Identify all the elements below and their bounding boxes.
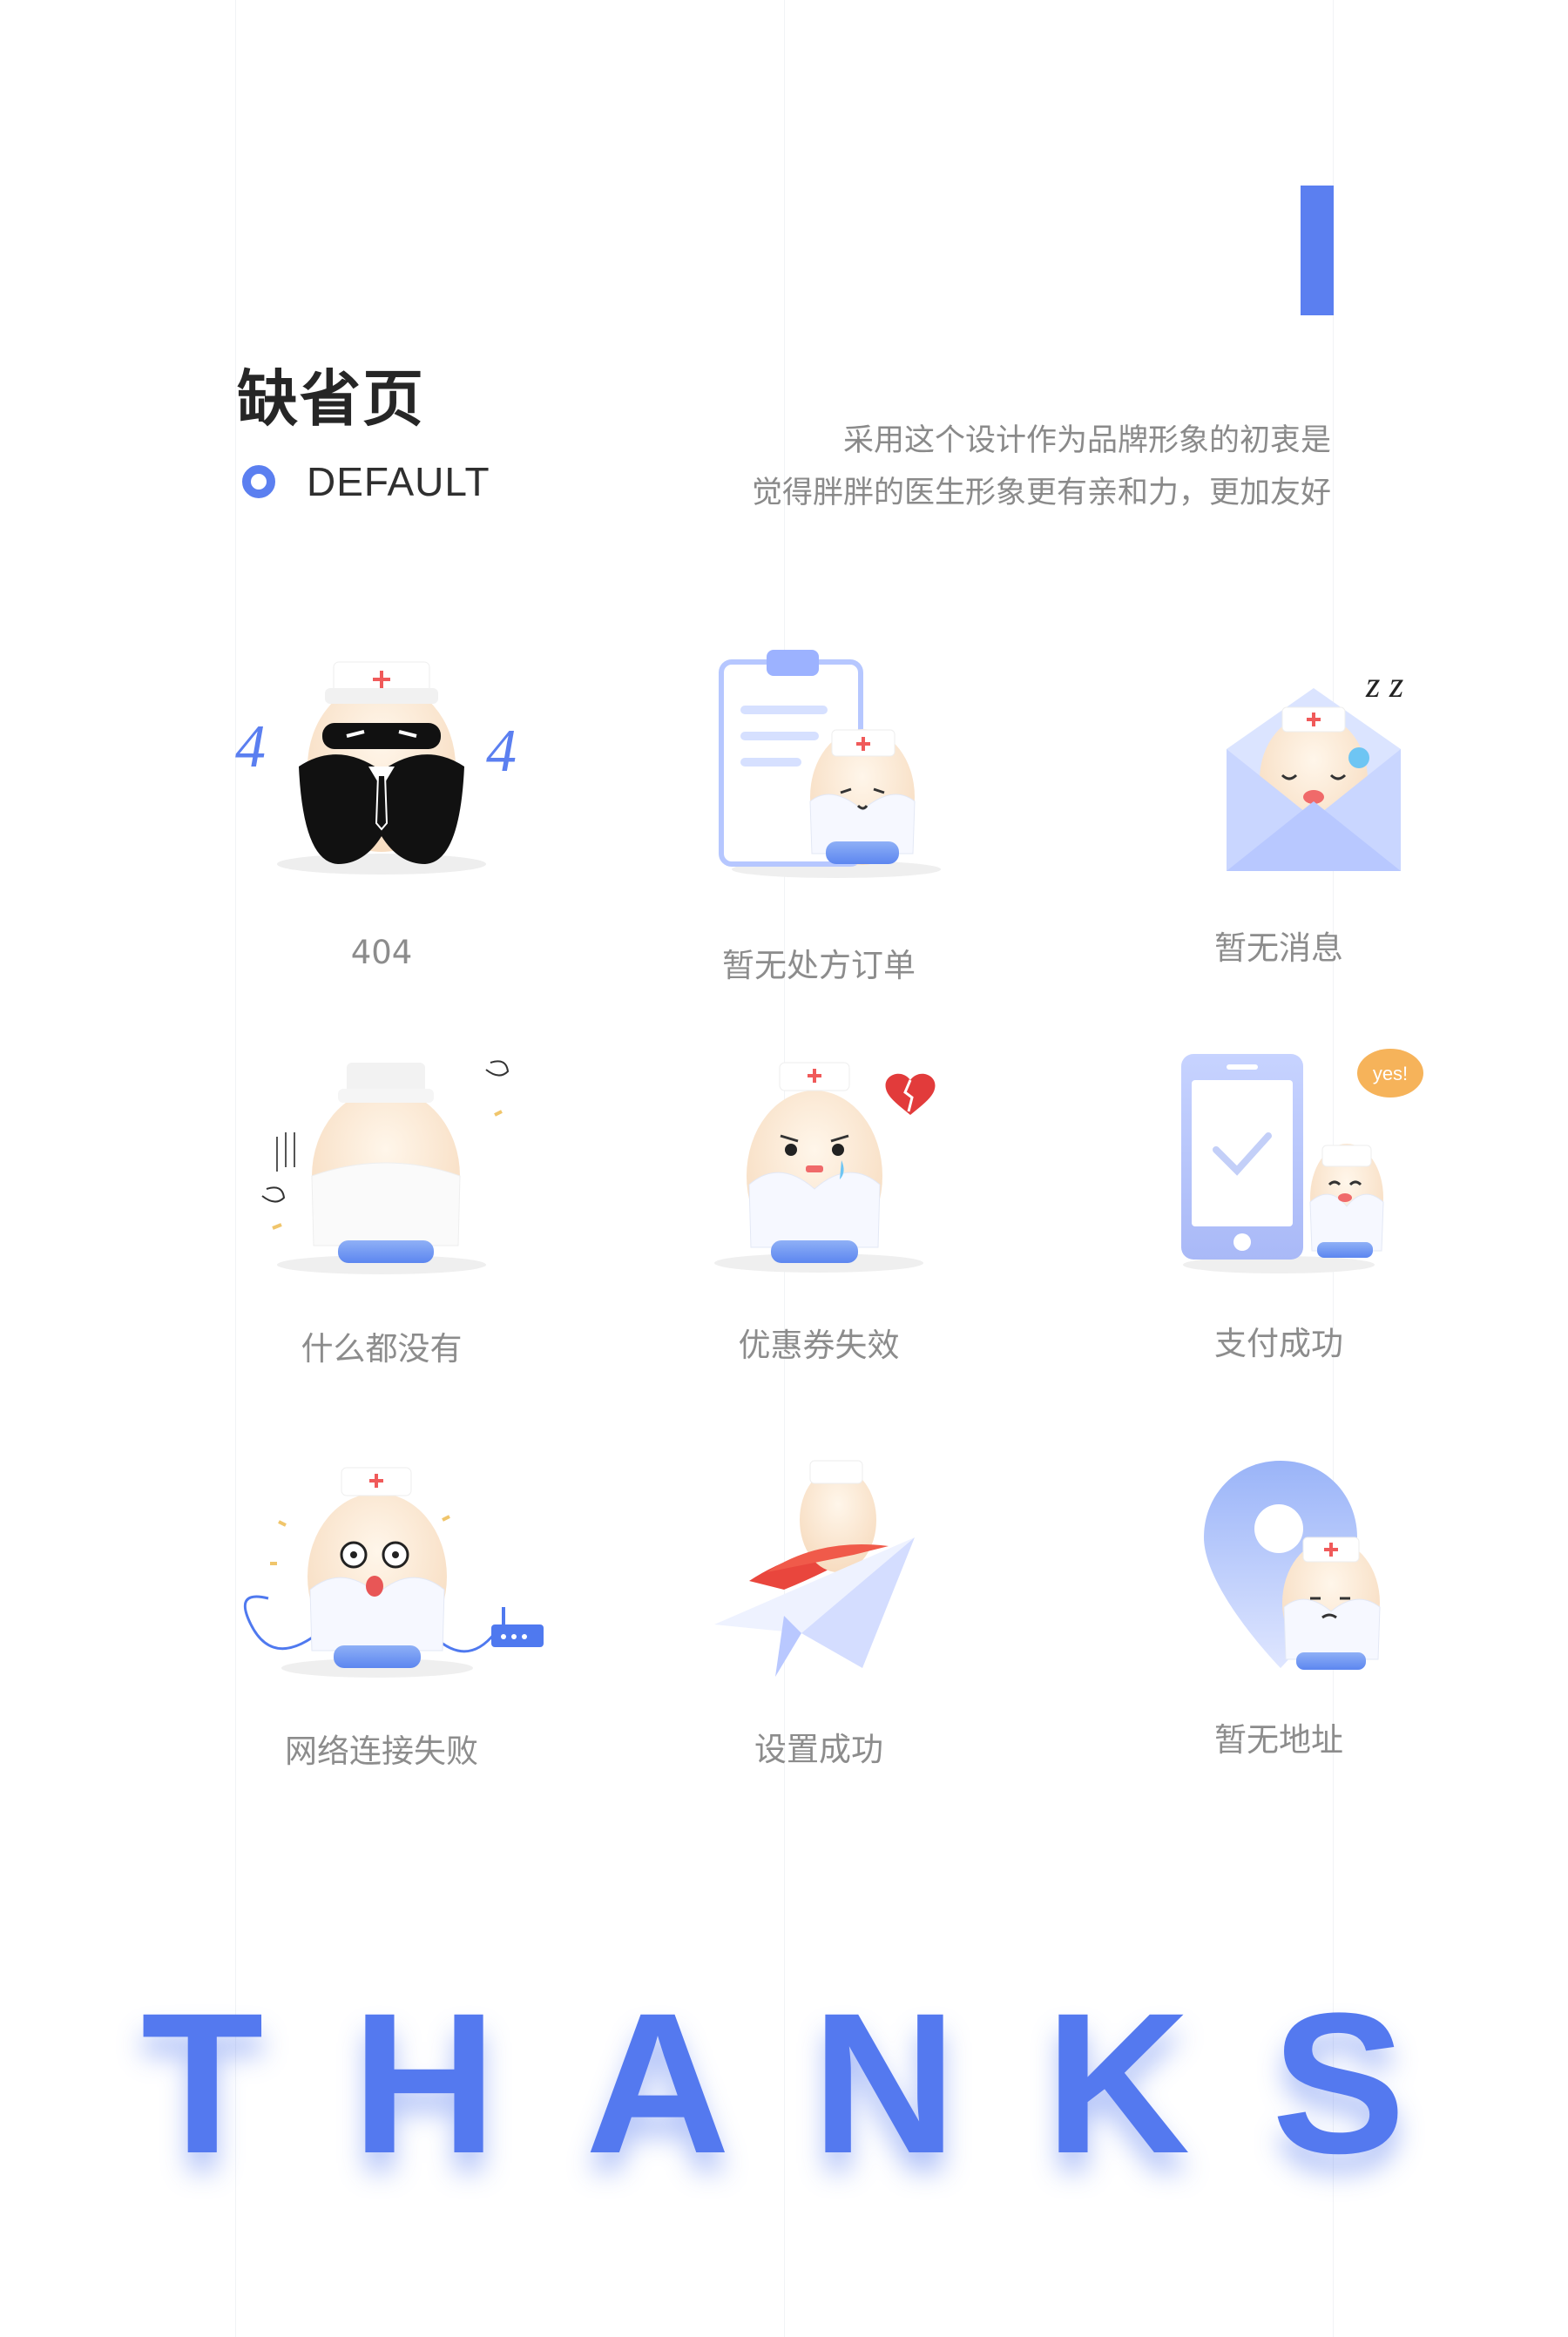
digit-four-left: 4 <box>235 713 266 780</box>
digit-four-right: 4 <box>486 718 517 785</box>
state-tile-404: 4 4 404 <box>199 636 564 1010</box>
accent-bar <box>1301 186 1334 315</box>
state-tile-coupon-invalid: 优惠券失效 <box>636 1045 1002 1420</box>
thanks-letter: T <box>141 1971 264 2195</box>
state-caption: 支付成功 <box>1214 1325 1343 1362</box>
state-tile-network-failed: 网络连接失败 <box>199 1450 564 1825</box>
sleep-z-icon: z z <box>1365 665 1403 706</box>
state-tile-no-message: z z 暂无消息 <box>1096 636 1462 1010</box>
paper-plane-doctor-illustration <box>714 1460 915 1677</box>
state-tile-setup-success: 设置成功 <box>636 1450 1002 1825</box>
router-icon <box>491 1624 544 1647</box>
back-turned-doctor-illustration <box>261 1060 510 1274</box>
state-tile-nothing: 什么都没有 <box>199 1045 564 1420</box>
state-tile-no-prescription: 暂无处方订单 <box>636 636 1002 1010</box>
phone-check-doctor-illustration: yes! <box>1181 1049 1423 1273</box>
shocked-doctor-router-illustration <box>243 1467 544 1678</box>
intro-line-1: 采用这个设计作为品牌形象的初衷是 <box>842 423 1331 458</box>
crying-doctor-illustration <box>714 1062 936 1273</box>
state-caption: 设置成功 <box>754 1731 883 1768</box>
map-pin-doctor-illustration <box>1204 1461 1381 1670</box>
thanks-letter: N <box>812 1971 957 2195</box>
page-title: 缺省页 <box>237 363 425 435</box>
state-caption: 暂无处方订单 <box>722 947 916 984</box>
intro-line-2: 觉得胖胖的医生形象更有亲和力，更加友好 <box>751 476 1331 510</box>
clipboard-doctor-illustration <box>719 650 941 878</box>
burglar-doctor-illustration: 4 4 <box>235 661 517 875</box>
thanks-banner: T H A N K S <box>0 1971 1568 2195</box>
bubble-text: yes! <box>1373 1063 1408 1084</box>
state-tile-no-address: 暂无地址 <box>1096 1450 1462 1825</box>
thanks-letter: H <box>352 1971 497 2195</box>
ring-icon <box>242 465 275 498</box>
subtitle: DEFAULT <box>307 459 490 504</box>
thanks-letter: K <box>1045 1971 1191 2195</box>
state-caption: 暂无地址 <box>1214 1721 1343 1759</box>
thanks-letter: S <box>1272 1971 1406 2195</box>
thanks-letter: A <box>585 1971 731 2195</box>
envelope-sleeping-doctor-illustration: z z <box>1227 665 1403 871</box>
state-tile-payment-success: yes! 支付成功 <box>1096 1045 1462 1420</box>
state-caption: 404 <box>350 934 413 971</box>
state-caption: 暂无消息 <box>1214 929 1343 967</box>
intro-text: 采用这个设计作为品牌形象的初衷是 觉得胖胖的医生形象更有亲和力，更加友好 <box>752 415 1331 519</box>
state-caption: 优惠券失效 <box>738 1327 900 1364</box>
state-caption: 网络连接失败 <box>285 1732 478 1770</box>
subtitle-row: DEFAULT <box>242 458 490 505</box>
state-caption: 什么都没有 <box>301 1330 463 1368</box>
